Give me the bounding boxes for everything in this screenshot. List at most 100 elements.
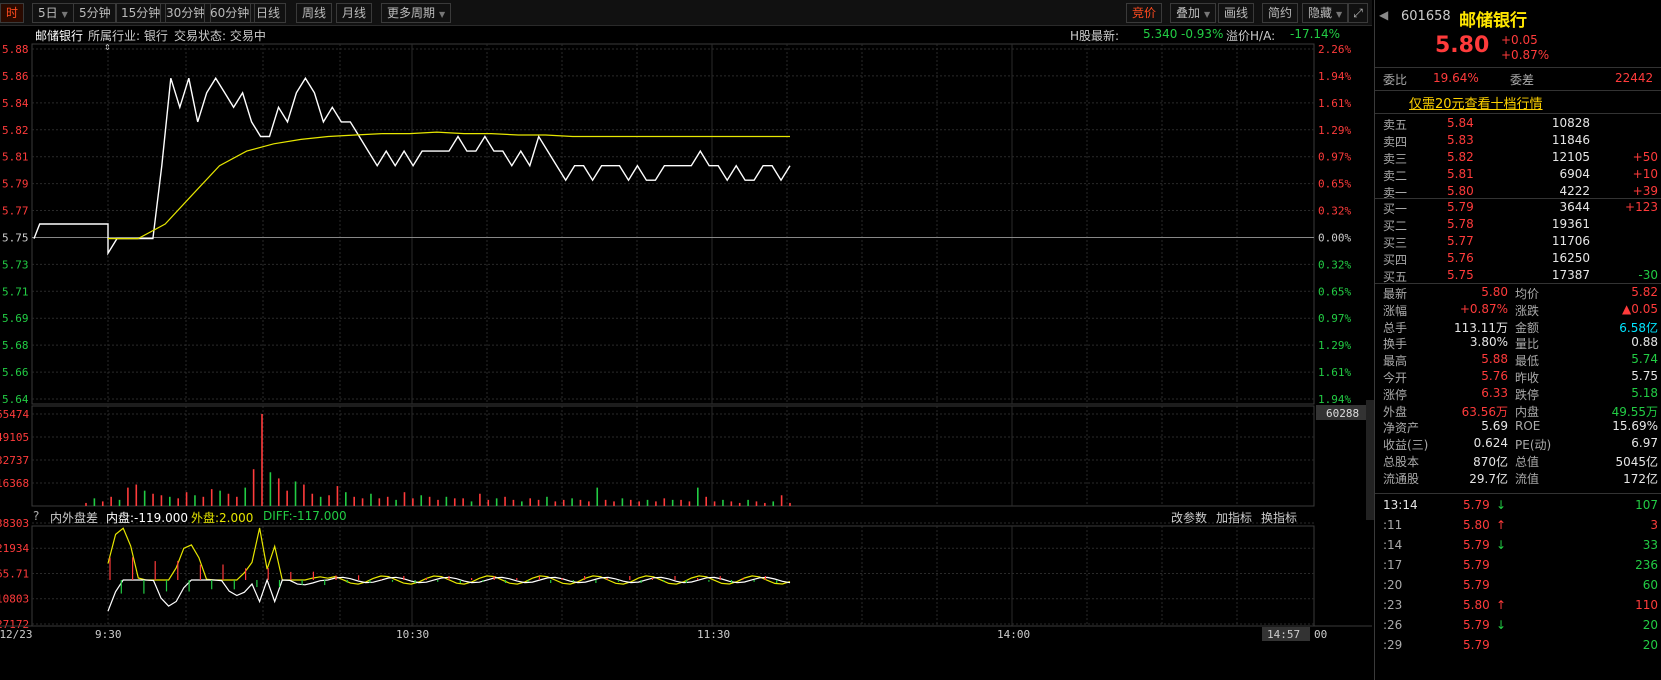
tick-price: 5.79 xyxy=(1463,558,1490,572)
stat-value: 5.75 xyxy=(1631,369,1658,383)
order-volume: 3644 xyxy=(1559,200,1590,214)
tab-weekly[interactable]: 周线 xyxy=(296,3,333,23)
stock-code: 601658 xyxy=(1401,9,1451,24)
tick-direction-icon: ↓ xyxy=(1496,538,1507,552)
indicator-tick-label: 21934 xyxy=(0,542,29,555)
stat-row: 总股本 870亿 总值 5045亿 xyxy=(1375,453,1661,470)
ten-level-quote-link[interactable]: 仅需20元查看十档行情 xyxy=(1409,93,1543,112)
volume-tick-label: 16368 xyxy=(0,477,29,490)
tick-row: :14 5.79 ↓ 33 xyxy=(1375,538,1661,555)
order-price: 5.75 xyxy=(1447,268,1474,282)
more-periods-dropdown[interactable]: 更多周期 ▼ xyxy=(381,3,452,23)
tick-row: :26 5.79 ↓ 20 xyxy=(1375,618,1661,635)
tab-60min[interactable]: 60分钟 xyxy=(204,3,256,23)
order-volume: 11846 xyxy=(1551,133,1590,147)
pct-tick-label: 1.29% xyxy=(1318,124,1351,137)
order-price: 5.76 xyxy=(1447,251,1474,265)
edit-params-button[interactable]: 改参数 xyxy=(1171,509,1207,526)
tab-15min[interactable]: 15分钟 xyxy=(115,3,167,23)
tick-time: :20 xyxy=(1383,578,1403,592)
tick-price: 5.80 xyxy=(1463,518,1490,532)
tick-row: :11 5.80 ↑ 3 xyxy=(1375,518,1661,535)
intraday-chart[interactable]: 5.88 2.26% 5.86 1.94% 5.84 1.61% 5.82 1.29% 5.81… xyxy=(0,0,1372,680)
price-tick-label: 5.81 xyxy=(2,151,29,164)
stat-row: 流通股 29.7亿 流值 172亿 xyxy=(1375,470,1661,487)
indicator-panel-border xyxy=(31,525,1315,627)
stat-label: 外盘 xyxy=(1383,404,1408,419)
order-volume: 6904 xyxy=(1559,167,1590,181)
stat-label: ROE xyxy=(1515,419,1541,434)
tick-price: 5.79 xyxy=(1463,498,1490,512)
outer-volume-label: 外盘:2.000 xyxy=(191,511,254,525)
avg-price-line xyxy=(108,131,790,240)
stat-label: 金额 xyxy=(1515,320,1540,335)
indicator-menu-icon[interactable]: ? xyxy=(33,509,39,523)
tick-time: :11 xyxy=(1383,518,1403,532)
panel-splitter-handle[interactable] xyxy=(1366,400,1374,520)
price-tick-label: 5.77 xyxy=(2,205,29,218)
stat-value: 3.80% xyxy=(1469,335,1508,350)
indicator-name[interactable]: 内外盘差 xyxy=(50,509,98,526)
stat-value: 172亿 xyxy=(1623,471,1658,486)
tab-intraday[interactable]: 时 xyxy=(0,3,24,23)
tab-monthly[interactable]: 月线 xyxy=(336,3,373,23)
outer-line xyxy=(107,527,791,585)
order-price: 5.81 xyxy=(1447,167,1474,181)
expand-icon[interactable]: ⤢ xyxy=(1348,3,1368,23)
tab-daily[interactable]: 日线 xyxy=(250,3,287,23)
stat-label: 跌停 xyxy=(1515,387,1540,402)
stat-value: 5.76 xyxy=(1481,369,1508,383)
tick-volume: 107 xyxy=(1635,498,1658,512)
order-price: 5.84 xyxy=(1447,116,1474,130)
pct-tick-label: 1.29% xyxy=(1318,339,1351,352)
stat-row: 外盘 63.56万 内盘 49.55万 xyxy=(1375,403,1661,420)
pct-tick-label: 2.26% xyxy=(1318,43,1351,56)
price-change-pct: +0.87% xyxy=(1501,48,1550,62)
stat-value: 0.88 xyxy=(1631,335,1658,350)
stock-name: 邮储银行 xyxy=(35,29,84,43)
price-tick-label: 5.64 xyxy=(2,393,29,406)
price-panel-border xyxy=(31,43,1315,405)
stat-value: 5045亿 xyxy=(1615,455,1658,469)
current-price: 5.80 xyxy=(1435,33,1490,58)
order-volume: 17387 xyxy=(1551,268,1590,282)
stat-value: +0.87% xyxy=(1459,301,1508,316)
pct-tick-label: 1.94% xyxy=(1318,393,1351,406)
bid-row: 买二 5.78 19361 xyxy=(1375,217,1661,234)
tick-direction-icon: ↑ xyxy=(1496,518,1507,532)
stock-title: 邮储银行 xyxy=(1459,11,1527,31)
switch-indicator-button[interactable]: 换指标 xyxy=(1261,509,1297,526)
volume-tick-label: 65474 xyxy=(0,408,29,421)
tab-5min[interactable]: 5分钟 xyxy=(73,3,117,23)
tick-volume: 3 xyxy=(1650,518,1658,532)
stat-label: 总手 xyxy=(1383,320,1408,335)
draw-button[interactable]: 画线 xyxy=(1218,3,1255,23)
indicator-header: ? 内外盘差 内盘:-119.000 外盘:2.000 DIFF:-117.00… xyxy=(30,508,1314,526)
tick-price: 5.80 xyxy=(1463,598,1490,612)
stat-label: PE(动) xyxy=(1515,438,1552,453)
stat-value: 5.69 xyxy=(1481,419,1508,434)
order-price: 5.78 xyxy=(1447,217,1474,231)
pct-tick-label: 1.61% xyxy=(1318,97,1351,110)
stat-value: 29.7亿 xyxy=(1469,471,1508,486)
volume-tick-label: 49105 xyxy=(0,431,29,444)
bid-row: 买一 5.79 3644 +123 xyxy=(1375,200,1661,217)
price-tick-label: 5.73 xyxy=(2,258,29,271)
tick-time: :29 xyxy=(1383,638,1403,652)
overlay-dropdown[interactable]: 叠加 ▼ xyxy=(1170,3,1217,23)
add-indicator-button[interactable]: 加指标 xyxy=(1216,509,1252,526)
indicator-tick-label: 10803 xyxy=(0,593,29,606)
price-change: +0.05 xyxy=(1501,33,1538,47)
order-delta: +39 xyxy=(1632,184,1658,198)
tab-5day[interactable]: 5日 ▼ xyxy=(32,3,74,23)
prev-stock-icon[interactable]: ◀ xyxy=(1379,8,1388,22)
hide-dropdown[interactable]: 隐藏 ▼ xyxy=(1302,3,1349,23)
order-level-label: 卖四 xyxy=(1383,135,1408,149)
simple-button[interactable]: 简约 xyxy=(1262,3,1299,23)
pct-tick-label: 0.97% xyxy=(1318,151,1351,164)
tick-price: 5.79 xyxy=(1463,538,1490,552)
order-price: 5.79 xyxy=(1447,200,1474,214)
auction-button[interactable]: 竞价 xyxy=(1126,3,1163,23)
inner-volume-label: 内盘:-119.000 xyxy=(106,511,188,525)
ask-row: 卖二 5.81 6904 +10 xyxy=(1375,167,1661,184)
